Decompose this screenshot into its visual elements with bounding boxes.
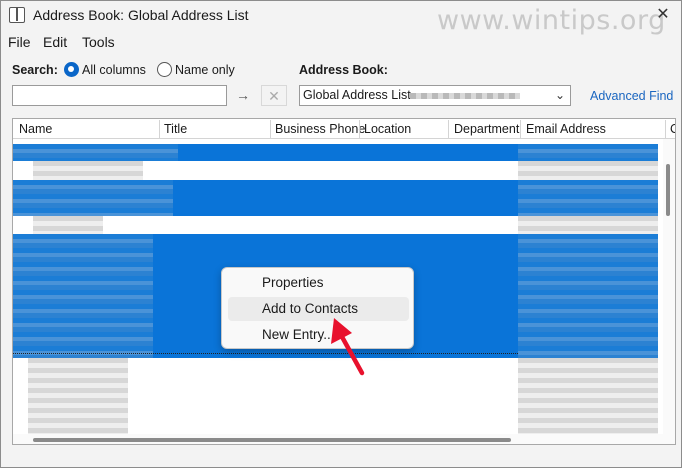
- address-book-window: Address Book: Global Address List www.wi…: [0, 0, 682, 468]
- red-arrow-icon: [331, 318, 365, 376]
